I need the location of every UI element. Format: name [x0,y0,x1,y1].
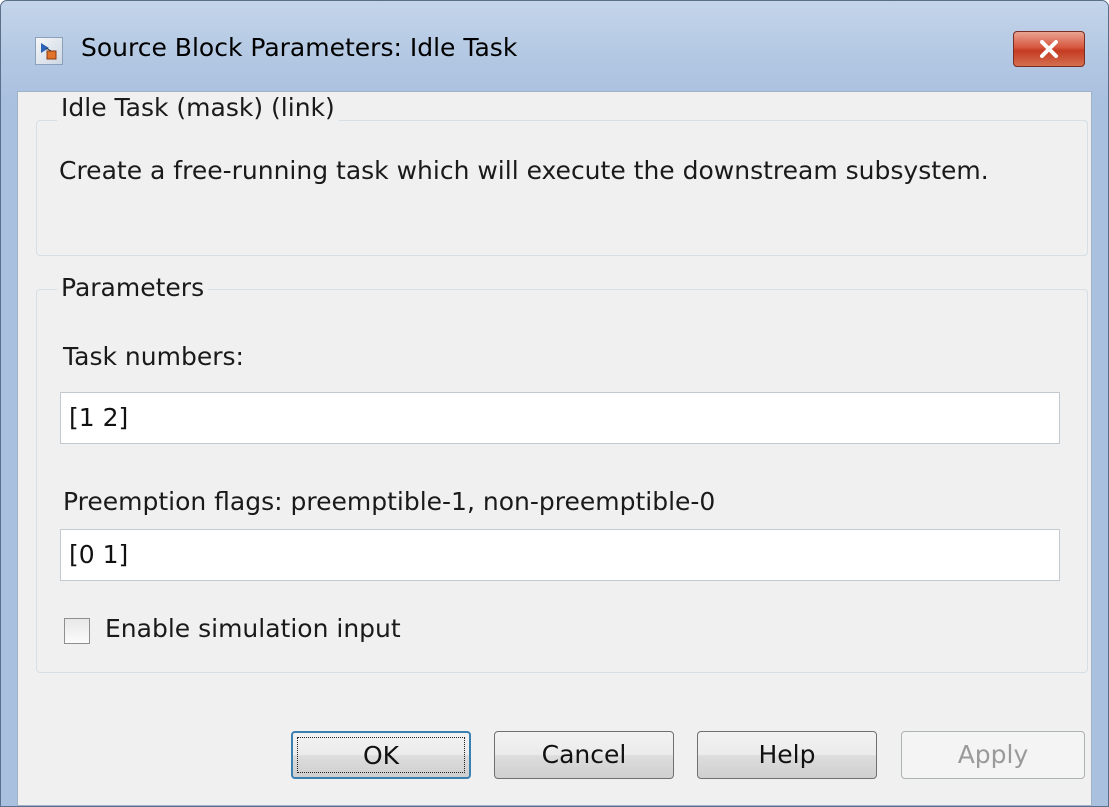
help-button-label: Help [758,740,816,769]
simulink-block-icon [35,37,63,65]
preemption-flags-field[interactable]: [0 1] [60,529,1060,581]
window-title: Source Block Parameters: Idle Task [81,33,518,62]
dialog-client-area: Idle Task (mask) (link) Create a free-ru… [17,91,1092,806]
enable-simulation-input-label[interactable]: Enable simulation input [105,614,401,643]
dialog-window: Source Block Parameters: Idle Task Idle … [0,0,1109,807]
focus-rectangle [297,737,465,773]
enable-simulation-input-checkbox[interactable] [64,618,90,644]
ok-button[interactable]: OK [291,731,471,779]
parameters-group-legend: Parameters [57,273,209,302]
task-numbers-field[interactable]: [1 2] [60,392,1060,444]
mask-description: Create a free-running task which will ex… [59,156,989,185]
close-icon [1040,40,1058,58]
task-numbers-label: Task numbers: [63,342,244,371]
cancel-button-label: Cancel [541,740,627,769]
mask-group-legend: Idle Task (mask) (link) [57,93,339,122]
apply-button-label: Apply [957,740,1029,769]
title-bar[interactable]: Source Block Parameters: Idle Task [1,1,1108,101]
close-button[interactable] [1013,31,1085,67]
cancel-button[interactable]: Cancel [494,731,674,779]
preemption-flags-label: Preemption flags: preemptible-1, non-pre… [63,487,716,516]
help-button[interactable]: Help [697,731,877,779]
apply-button: Apply [901,731,1085,779]
